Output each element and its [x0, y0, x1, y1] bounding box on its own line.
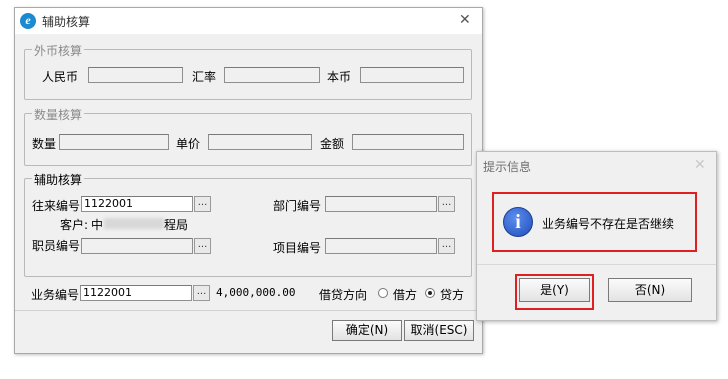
close-icon[interactable]: ✕	[459, 12, 471, 28]
department-number-label: 部门编号	[273, 199, 322, 213]
debit-radio[interactable]	[378, 288, 388, 298]
foreign-currency-legend: 外币核算	[32, 42, 85, 59]
close-icon[interactable]: ✕	[694, 157, 706, 173]
direction-label: 借贷方向	[319, 288, 368, 302]
prompt-title: 提示信息	[483, 160, 532, 174]
debit-label: 借方	[393, 288, 418, 302]
department-number-field[interactable]	[325, 196, 437, 212]
account-lookup-button[interactable]: ...	[194, 196, 211, 212]
aux-accounting-group: 辅助核算 往来编号 1122001 ... 部门编号 ... 客户: 中 程局 …	[24, 171, 472, 277]
aux-accounting-dialog: e 辅助核算 ✕ 外币核算 人民币 汇率 本币 数量核算 数量 单价 金额 辅助…	[14, 7, 483, 354]
aux-accounting-legend: 辅助核算	[32, 171, 85, 188]
project-number-field[interactable]	[325, 238, 437, 254]
quantity-label: 数量	[32, 137, 57, 151]
customer-name-end: 程局	[164, 218, 189, 232]
rmb-field[interactable]	[88, 67, 183, 83]
prompt-message: 业务编号不存在是否继续	[542, 217, 675, 231]
divider	[477, 264, 716, 265]
amount-field[interactable]	[352, 134, 464, 150]
message-highlight-frame: i 业务编号不存在是否继续	[492, 192, 697, 252]
business-number-input[interactable]: 1122001	[80, 285, 192, 301]
quantity-field[interactable]	[59, 134, 169, 150]
base-currency-field[interactable]	[360, 67, 464, 83]
foreign-currency-group: 外币核算 人民币 汇率 本币	[24, 42, 472, 100]
rate-label: 汇率	[192, 70, 217, 84]
amount-label: 金额	[320, 137, 345, 151]
account-number-input[interactable]: 1122001	[81, 196, 193, 212]
dialog-title: 辅助核算	[42, 15, 91, 29]
staff-lookup-button[interactable]: ...	[194, 238, 211, 254]
staff-number-label: 职员编号	[32, 239, 81, 253]
quantity-legend: 数量核算	[32, 106, 85, 123]
rate-field[interactable]	[224, 67, 320, 83]
prompt-dialog: 提示信息 ✕ i 业务编号不存在是否继续 是(Y) 否(N)	[476, 151, 717, 321]
base-currency-label: 本币	[327, 70, 352, 84]
yes-button[interactable]: 是(Y)	[519, 278, 590, 302]
credit-label: 贷方	[440, 288, 465, 302]
business-amount: 4,000,000.00	[216, 286, 296, 299]
title-bar: e 辅助核算 ✕	[15, 8, 482, 34]
department-lookup-button[interactable]: ...	[438, 196, 455, 212]
divider	[15, 310, 482, 311]
quantity-group: 数量核算 数量 单价 金额	[24, 106, 472, 166]
unit-price-label: 单价	[176, 137, 201, 151]
account-number-label: 往来编号	[32, 199, 81, 213]
staff-number-field[interactable]	[81, 238, 193, 254]
no-button[interactable]: 否(N)	[608, 278, 692, 302]
redacted-customer-name	[104, 218, 164, 229]
customer-name-start: 中	[91, 218, 104, 232]
credit-radio[interactable]	[425, 288, 435, 298]
business-number-label: 业务编号	[31, 288, 80, 302]
business-lookup-button[interactable]: ...	[193, 285, 210, 301]
app-icon: e	[20, 13, 36, 29]
rmb-label: 人民币	[42, 70, 79, 84]
customer-prefix: 客户:	[60, 218, 89, 232]
project-number-label: 项目编号	[273, 241, 322, 255]
ok-button[interactable]: 确定(N)	[332, 320, 402, 341]
cancel-button[interactable]: 取消(ESC)	[404, 320, 474, 341]
info-icon: i	[503, 207, 533, 237]
unit-price-field[interactable]	[208, 134, 312, 150]
project-lookup-button[interactable]: ...	[438, 238, 455, 254]
